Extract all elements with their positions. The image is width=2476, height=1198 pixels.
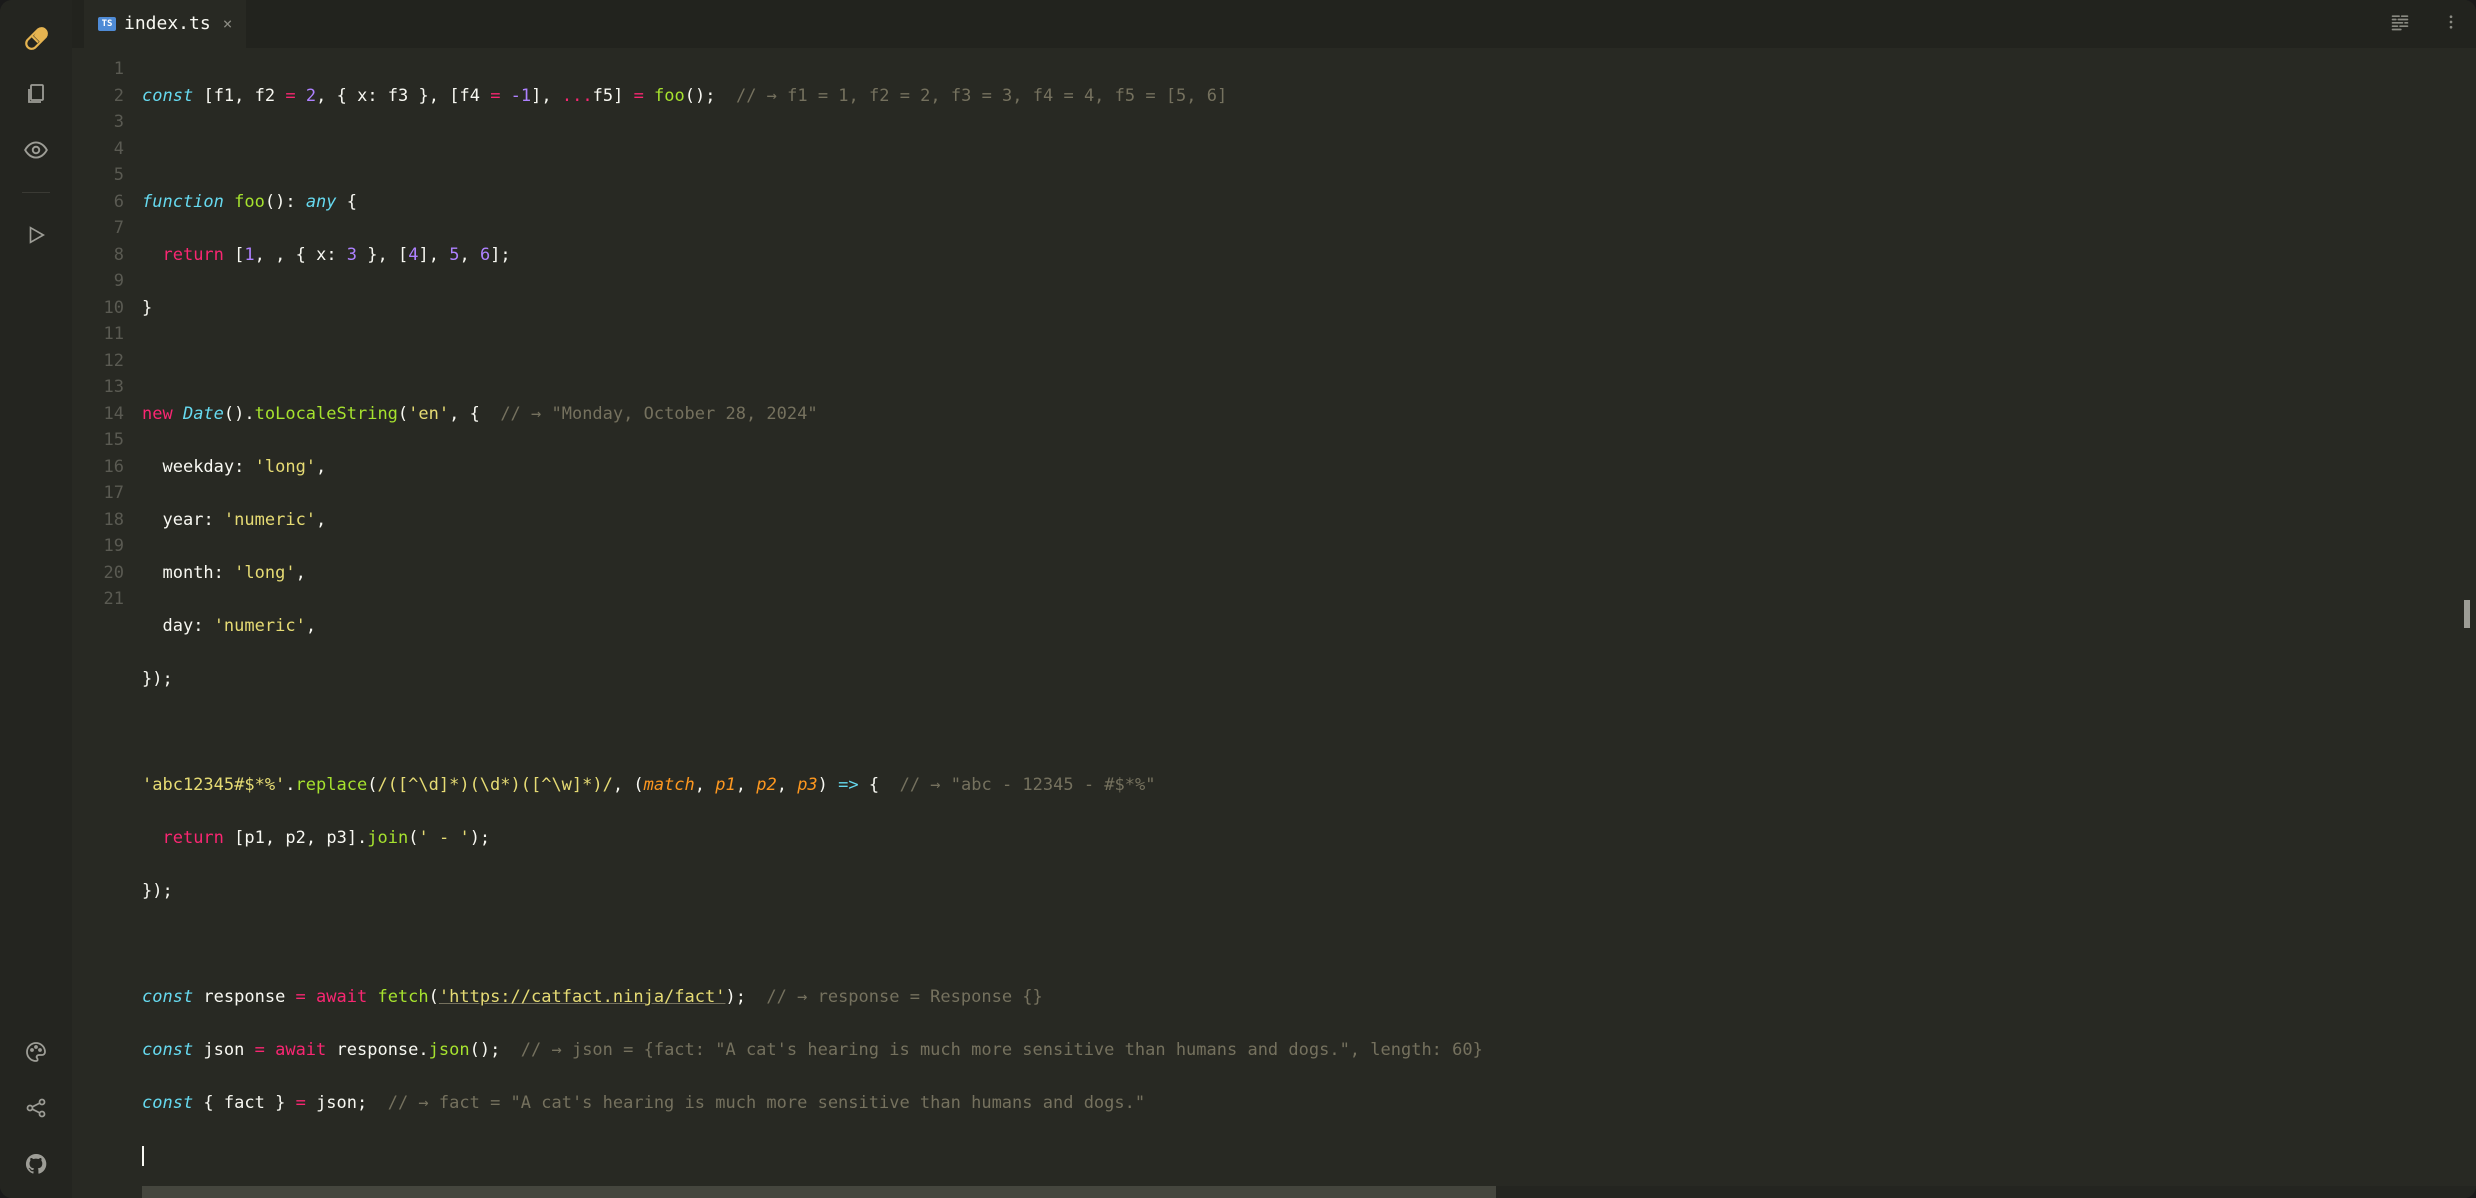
code-area[interactable]: const [f1, f2 = 2, { x: f3 }, [f4 = -1],… [142, 56, 2476, 1186]
code-line: }); [142, 666, 2476, 693]
code-line [142, 348, 2476, 375]
minimap-indicator[interactable] [2464, 600, 2470, 628]
eye-icon[interactable] [22, 136, 50, 164]
code-line: } [142, 295, 2476, 322]
line-number: 15 [72, 427, 124, 454]
prettier-icon[interactable] [2374, 12, 2426, 37]
code-line: month: 'long', [142, 560, 2476, 587]
line-number: 7 [72, 215, 124, 242]
line-number: 19 [72, 533, 124, 560]
play-icon[interactable] [22, 221, 50, 249]
code-line: return [p1, p2, p3].join(' - '); [142, 825, 2476, 852]
line-number: 4 [72, 136, 124, 163]
code-line: const { fact } = json; // → fact = "A ca… [142, 1090, 2476, 1117]
github-icon[interactable] [22, 1150, 50, 1178]
line-number-gutter: 1 2 3 4 5 6 7 8 9 10 11 12 13 14 15 16 1… [72, 56, 142, 1186]
line-number: 11 [72, 321, 124, 348]
tab-filename: index.ts [124, 13, 211, 34]
line-number: 17 [72, 480, 124, 507]
code-line: year: 'numeric', [142, 507, 2476, 534]
code-line: const json = await response.json(); // →… [142, 1037, 2476, 1064]
code-line: const response = await fetch('https://ca… [142, 984, 2476, 1011]
pill-icon[interactable] [22, 24, 50, 52]
share-icon[interactable] [22, 1094, 50, 1122]
more-icon[interactable] [2426, 13, 2476, 36]
code-line: new Date().toLocaleString('en', { // → "… [142, 401, 2476, 428]
line-number: 20 [72, 560, 124, 587]
code-line [142, 136, 2476, 163]
line-number: 10 [72, 295, 124, 322]
ts-file-icon: TS [98, 17, 116, 31]
line-number: 1 [72, 56, 124, 83]
line-number: 12 [72, 348, 124, 375]
line-number: 3 [72, 109, 124, 136]
code-line: day: 'numeric', [142, 613, 2476, 640]
close-icon[interactable]: × [223, 14, 233, 33]
code-line: 'abc12345#$*%'.replace(/([^\d]*)(\d*)([^… [142, 772, 2476, 799]
app-window: TS index.ts × 1 2 3 4 5 6 7 8 9 [0, 0, 2476, 1198]
line-number: 18 [72, 507, 124, 534]
line-number: 6 [72, 189, 124, 216]
code-line: }); [142, 878, 2476, 905]
code-line: return [1, , { x: 3 }, [4], 5, 6]; [142, 242, 2476, 269]
code-line: function foo(): any { [142, 189, 2476, 216]
horizontal-scrollbar[interactable] [142, 1186, 2476, 1198]
line-number: 8 [72, 242, 124, 269]
code-line [142, 1143, 2476, 1170]
code-line [142, 931, 2476, 958]
main-area: TS index.ts × 1 2 3 4 5 6 7 8 9 [72, 0, 2476, 1198]
palette-icon[interactable] [22, 1038, 50, 1066]
code-line: weekday: 'long', [142, 454, 2476, 481]
line-number: 14 [72, 401, 124, 428]
line-number: 13 [72, 374, 124, 401]
line-number: 5 [72, 162, 124, 189]
cursor [142, 1146, 144, 1166]
files-icon[interactable] [22, 80, 50, 108]
activity-divider [22, 192, 50, 193]
tab-index-ts[interactable]: TS index.ts × [84, 0, 246, 48]
line-number: 2 [72, 83, 124, 110]
tab-bar: TS index.ts × [72, 0, 2476, 48]
line-number: 9 [72, 268, 124, 295]
line-number: 16 [72, 454, 124, 481]
editor[interactable]: 1 2 3 4 5 6 7 8 9 10 11 12 13 14 15 16 1… [72, 48, 2476, 1186]
line-number: 21 [72, 586, 124, 613]
activity-bar [0, 0, 72, 1198]
scrollbar-thumb[interactable] [142, 1186, 1496, 1198]
code-line [142, 719, 2476, 746]
code-line: const [f1, f2 = 2, { x: f3 }, [f4 = -1],… [142, 83, 2476, 110]
